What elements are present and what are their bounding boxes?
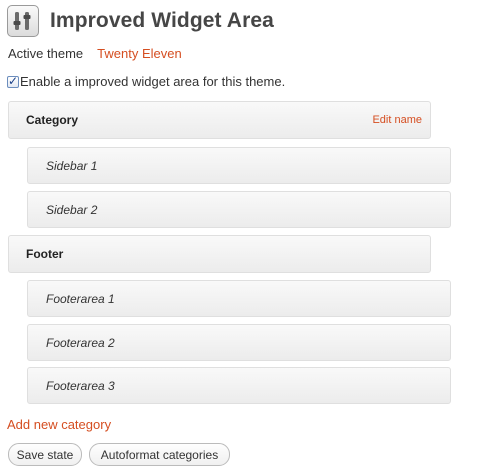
enable-widget-area-checkbox[interactable]: ✓: [7, 73, 19, 88]
enable-widget-area-option[interactable]: ✓ Enable a improved widget area for this…: [7, 74, 285, 89]
active-theme-row: Active theme Twenty Eleven: [8, 46, 182, 61]
page-title: Improved Widget Area: [50, 9, 274, 32]
improved-widget-area-page: Improved Widget Area Active theme Twenty …: [0, 0, 483, 473]
add-new-category-link[interactable]: Add new category: [7, 417, 111, 432]
autoformat-categories-button[interactable]: Autoformat categories: [89, 443, 230, 466]
plugin-settings-icon: [7, 5, 39, 37]
active-theme-label: Active theme: [8, 46, 84, 61]
widget-area-name: Footerarea 2: [46, 335, 115, 350]
active-theme-link[interactable]: Twenty Eleven: [97, 46, 182, 61]
widget-area-item[interactable]: Footerarea 1: [27, 280, 451, 317]
widget-area-name: Sidebar 2: [46, 202, 98, 217]
category-name: Category: [26, 113, 79, 127]
category-item-footer[interactable]: Footer: [8, 235, 431, 273]
checkmark-icon: ✓: [8, 73, 19, 88]
save-state-button[interactable]: Save state: [8, 443, 82, 466]
widget-area-name: Footerarea 3: [46, 378, 115, 393]
enable-widget-area-label: Enable a improved widget area for this t…: [20, 74, 286, 89]
widget-area-item[interactable]: Footerarea 3: [27, 367, 451, 404]
category-name: Footer: [26, 247, 64, 261]
edit-name-link[interactable]: Edit name: [372, 114, 422, 126]
page-header: Improved Widget Area: [7, 4, 274, 38]
widget-area-name: Sidebar 1: [46, 158, 98, 173]
category-item-category[interactable]: Category Edit name: [8, 101, 431, 139]
widget-area-item[interactable]: Sidebar 2: [27, 191, 451, 228]
widget-area-name: Footerarea 1: [46, 291, 115, 306]
widget-area-item[interactable]: Footerarea 2: [27, 324, 451, 361]
widget-area-item[interactable]: Sidebar 1: [27, 147, 451, 184]
